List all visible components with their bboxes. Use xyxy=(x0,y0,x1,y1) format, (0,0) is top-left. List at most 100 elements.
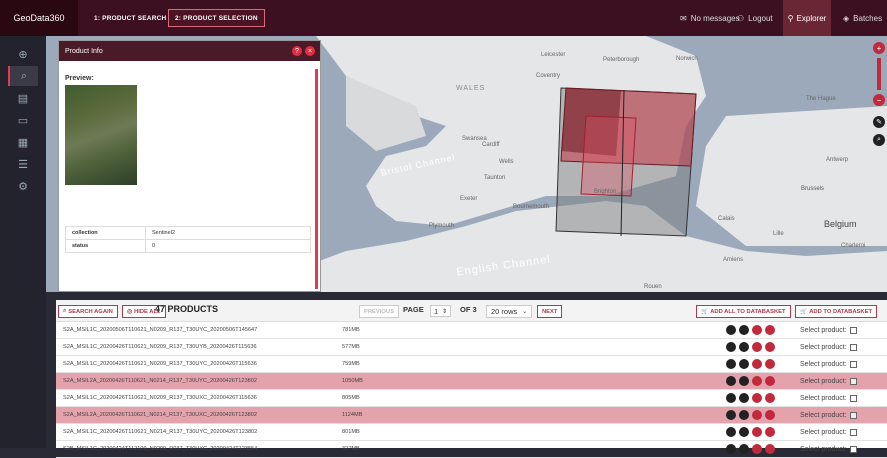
close-icon[interactable]: × xyxy=(305,46,315,56)
zoom-icon[interactable] xyxy=(752,342,762,352)
table-row[interactable]: S2B_MSIL1C_20200424T112109_N0209_R037_T3… xyxy=(56,441,887,458)
select-product[interactable]: Select product: xyxy=(800,343,857,351)
zoom-slider[interactable] xyxy=(877,58,881,90)
select-product[interactable]: Select product: xyxy=(800,445,857,453)
property-value: 0 xyxy=(145,239,311,253)
select-checkbox[interactable] xyxy=(849,445,857,453)
page-input[interactable]: 1 ⇕ xyxy=(430,305,452,317)
select-label: Select product: xyxy=(800,445,847,453)
select-product[interactable]: Select product: xyxy=(800,377,857,385)
table-row[interactable]: S2A_MSIL1C_20200426T110621_N0209_R137_T3… xyxy=(56,339,887,356)
database-icon[interactable]: ☰ xyxy=(8,154,38,174)
select-product[interactable]: Select product: xyxy=(800,394,857,402)
zoom-icon[interactable] xyxy=(752,376,762,386)
visibility-icon[interactable] xyxy=(765,444,775,454)
select-checkbox[interactable] xyxy=(849,326,857,334)
map-label: WALES xyxy=(456,85,486,92)
batches-link[interactable]: ◈ Batches xyxy=(843,10,882,26)
select-product[interactable]: Select product: xyxy=(800,326,857,334)
help-icon[interactable]: ? xyxy=(292,46,302,56)
table-row[interactable]: S2A_MSIL1C_20200426T110621_N0209_R137_T3… xyxy=(56,356,887,373)
zoom-icon[interactable] xyxy=(752,410,762,420)
page-value: 1 xyxy=(434,306,439,316)
select-checkbox[interactable] xyxy=(849,377,857,385)
download-icon[interactable] xyxy=(739,393,749,403)
zoom-icon[interactable] xyxy=(752,427,762,437)
zoom-icon[interactable] xyxy=(752,393,762,403)
table-row[interactable]: S2A_MSIL1C_20200506T110621_N0209_R137_T3… xyxy=(56,322,887,339)
tab-product-selection[interactable]: 2: PRODUCT SELECTION xyxy=(168,9,265,27)
side-nav: ⊕ ⌕ ▤ ▭ ▦ ☰ ⚙ xyxy=(0,36,46,448)
select-product[interactable]: Select product: xyxy=(800,428,857,436)
map-label: Charleroi xyxy=(841,243,866,249)
zoom-in-button[interactable]: + xyxy=(873,42,885,54)
search-icon[interactable]: ⌕ xyxy=(8,66,38,86)
visibility-icon[interactable] xyxy=(765,359,775,369)
logout-link[interactable]: ⚇ Logout xyxy=(737,10,773,26)
visibility-icon[interactable] xyxy=(765,410,775,420)
download-icon[interactable] xyxy=(739,342,749,352)
messages-link[interactable]: ✉ No messages xyxy=(680,10,740,26)
row-actions xyxy=(726,427,775,437)
info-icon[interactable] xyxy=(726,376,736,386)
select-checkbox[interactable] xyxy=(849,428,857,436)
row-actions xyxy=(726,444,775,454)
visibility-icon[interactable] xyxy=(765,342,775,352)
previous-button[interactable]: PREVIOUS xyxy=(359,305,399,318)
info-icon[interactable] xyxy=(726,325,736,335)
download-icon[interactable] xyxy=(739,410,749,420)
app-logo[interactable]: GeoData360 xyxy=(0,0,78,36)
visibility-icon[interactable] xyxy=(765,325,775,335)
download-icon[interactable] xyxy=(739,359,749,369)
info-icon[interactable] xyxy=(726,393,736,403)
zoom-icon[interactable] xyxy=(752,325,762,335)
zoom-icon[interactable] xyxy=(752,444,762,454)
results-panel: ⌕ SEARCH AGAIN ◎ HIDE ALL 47 PRODUCTS PREV… xyxy=(56,300,887,458)
page-total: OF 3 xyxy=(460,305,477,314)
draw-icon[interactable]: ✎ xyxy=(873,116,885,128)
info-scrollbar[interactable] xyxy=(315,69,318,289)
monitor-icon[interactable]: ▭ xyxy=(8,110,38,130)
table-row[interactable]: S2A_MSIL2A_20200426T110621_N0214_R137_T3… xyxy=(56,373,887,390)
select-checkbox[interactable] xyxy=(849,411,857,419)
info-icon[interactable] xyxy=(726,359,736,369)
row-actions xyxy=(726,410,775,420)
table-row[interactable]: S2A_MSIL1C_20200426T110621_N0214_R137_T3… xyxy=(56,424,887,441)
search-again-label: SEARCH AGAIN xyxy=(68,308,113,315)
add-to-databasket-button[interactable]: 🛒 ADD TO DATABASKET xyxy=(795,305,878,318)
table-row[interactable]: S2A_MSIL2A_20200426T110621_N0214_R137_T3… xyxy=(56,407,887,424)
add-all-to-databasket-button[interactable]: 🛒 ADD ALL TO DATABASKET xyxy=(696,305,791,318)
download-icon[interactable] xyxy=(739,325,749,335)
visibility-icon[interactable] xyxy=(765,427,775,437)
settings-icon[interactable]: ⚙ xyxy=(8,176,38,196)
download-icon[interactable] xyxy=(739,427,749,437)
visibility-icon[interactable] xyxy=(765,393,775,403)
layers-icon[interactable]: ▤ xyxy=(8,88,38,108)
property-row: collection Sentinel2 xyxy=(65,226,311,240)
select-checkbox[interactable] xyxy=(849,394,857,402)
select-checkbox[interactable] xyxy=(849,343,857,351)
info-icon[interactable] xyxy=(726,410,736,420)
info-icon[interactable] xyxy=(726,444,736,454)
zoom-out-button[interactable]: − xyxy=(873,94,885,106)
info-icon[interactable] xyxy=(726,342,736,352)
explorer-button[interactable]: ⚲ Explorer xyxy=(783,0,831,36)
globe-icon[interactable]: ⊕ xyxy=(8,44,38,64)
search-map-icon[interactable]: ⌕ xyxy=(873,134,885,146)
select-product[interactable]: Select product: xyxy=(800,411,857,419)
visibility-icon[interactable] xyxy=(765,376,775,386)
search-again-button[interactable]: ⌕ SEARCH AGAIN xyxy=(58,305,118,318)
calendar-icon[interactable]: ▦ xyxy=(8,132,38,152)
zoom-icon[interactable] xyxy=(752,359,762,369)
tab-product-search[interactable]: 1: PRODUCT SEARCH xyxy=(88,9,172,27)
select-product[interactable]: Select product: xyxy=(800,360,857,368)
download-icon[interactable] xyxy=(739,444,749,454)
next-button[interactable]: NEXT xyxy=(537,305,563,318)
map-label: Norwich xyxy=(676,56,698,62)
select-checkbox[interactable] xyxy=(849,360,857,368)
page-label: PAGE xyxy=(403,305,424,314)
info-icon[interactable] xyxy=(726,427,736,437)
table-row[interactable]: S2A_MSIL1C_20200426T110621_N0209_R137_T3… xyxy=(56,390,887,407)
rows-select[interactable]: 20 rows ⌄ xyxy=(486,305,533,318)
download-icon[interactable] xyxy=(739,376,749,386)
